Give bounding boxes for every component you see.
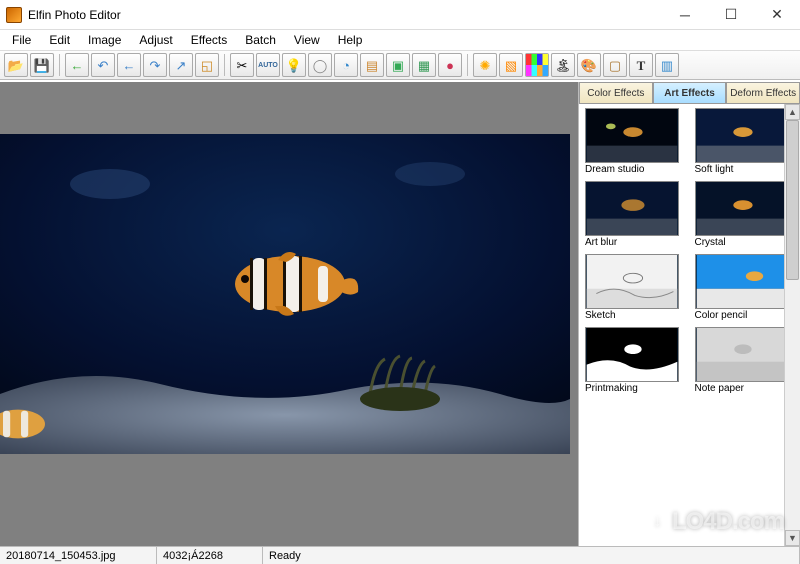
menu-edit[interactable]: Edit <box>41 31 80 49</box>
effect-label: Soft light <box>695 163 799 179</box>
effect-label: Sketch <box>585 309 689 325</box>
workspace: Color Effects Art Effects Deform Effects… <box>0 82 800 546</box>
menu-adjust[interactable]: Adjust <box>131 31 182 49</box>
effect-label: Note paper <box>695 382 799 398</box>
effects-scrollbar[interactable]: ▲ ▼ <box>784 104 800 546</box>
scroll-up-icon[interactable]: ▲ <box>785 104 800 120</box>
effect-color-pencil[interactable]: Color pencil <box>695 254 799 325</box>
effect-dream-studio[interactable]: Dream studio <box>585 108 689 179</box>
brightness-up-icon[interactable]: 💡 <box>282 53 306 77</box>
menu-batch[interactable]: Batch <box>237 31 286 49</box>
add-box-icon[interactable]: ▣ <box>386 53 410 77</box>
scroll-thumb[interactable] <box>786 120 799 280</box>
panels-icon[interactable]: ▥ <box>655 53 679 77</box>
effect-art-blur[interactable]: Art blur <box>585 181 689 252</box>
effects-grid: Dream studio Soft light Art blur Crystal <box>579 104 800 546</box>
effects-panel: Color Effects Art Effects Deform Effects… <box>578 82 800 546</box>
undo-alt-icon[interactable]: ← <box>117 53 141 77</box>
statusbar: 20180714_150453.jpg 4032¡Á2268 Ready <box>0 546 800 564</box>
main-image <box>0 134 570 454</box>
effects-icon[interactable]: ✺ <box>473 53 497 77</box>
window-title: Elfin Photo Editor <box>28 8 121 22</box>
separator <box>59 54 60 76</box>
redo-alt-icon[interactable]: ↗ <box>169 53 193 77</box>
effect-label: Art blur <box>585 236 689 252</box>
color-balance-icon[interactable]: ◔ <box>334 53 358 77</box>
sphere-icon[interactable]: ● <box>438 53 462 77</box>
separator <box>467 54 468 76</box>
layers-icon[interactable]: ▦ <box>412 53 436 77</box>
open-icon[interactable]: 📂 <box>4 53 28 77</box>
status-dimensions: 4032¡Á2268 <box>157 547 263 564</box>
minimize-button[interactable]: ─ <box>662 0 708 29</box>
fit-icon[interactable]: ◱ <box>195 53 219 77</box>
rainbow-icon[interactable] <box>525 53 549 77</box>
frame-icon[interactable]: ▢ <box>603 53 627 77</box>
menubar: File Edit Image Adjust Effects Batch Vie… <box>0 30 800 50</box>
palette-icon[interactable]: 🎨 <box>577 53 601 77</box>
menu-file[interactable]: File <box>4 31 41 49</box>
effect-sketch[interactable]: Sketch <box>585 254 689 325</box>
scene-icon[interactable]: 🏝 <box>551 53 575 77</box>
toolbar: 📂 💾 ← ↶ ← ↷ ↗ ◱ ✂ AUTO 💡 ◯ ◔ ▤ ▣ ▦ ● ✺ ▧… <box>0 50 800 80</box>
auto-icon[interactable]: AUTO <box>256 53 280 77</box>
separator <box>224 54 225 76</box>
effect-soft-light[interactable]: Soft light <box>695 108 799 179</box>
save-icon[interactable]: 💾 <box>30 53 54 77</box>
effect-printmaking[interactable]: Printmaking <box>585 327 689 398</box>
undo-icon[interactable]: ← <box>65 53 89 77</box>
crop-icon[interactable]: ✂ <box>230 53 254 77</box>
maximize-button[interactable]: ☐ <box>708 0 754 29</box>
tab-color-effects[interactable]: Color Effects <box>579 82 653 104</box>
window-controls: ─ ☐ ✕ <box>662 0 800 29</box>
effect-label: Dream studio <box>585 163 689 179</box>
menu-view[interactable]: View <box>286 31 330 49</box>
tab-deform-effects[interactable]: Deform Effects <box>726 82 800 104</box>
menu-image[interactable]: Image <box>80 31 131 49</box>
tab-art-effects[interactable]: Art Effects <box>653 82 727 104</box>
effect-label: Printmaking <box>585 382 689 398</box>
effect-label: Crystal <box>695 236 799 252</box>
levels-icon[interactable]: ▤ <box>360 53 384 77</box>
effect-note-paper[interactable]: Note paper <box>695 327 799 398</box>
text-icon[interactable]: T <box>629 53 653 77</box>
scroll-track[interactable] <box>785 120 800 530</box>
scroll-down-icon[interactable]: ▼ <box>785 530 800 546</box>
rotate-ccw-icon[interactable]: ↶ <box>91 53 115 77</box>
effect-label: Color pencil <box>695 309 799 325</box>
app-icon <box>6 7 22 23</box>
close-button[interactable]: ✕ <box>754 0 800 29</box>
status-filename: 20180714_150453.jpg <box>0 547 157 564</box>
titlebar: Elfin Photo Editor ─ ☐ ✕ <box>0 0 800 30</box>
rotate-cw-icon[interactable]: ↷ <box>143 53 167 77</box>
effects-tabs: Color Effects Art Effects Deform Effects <box>579 82 800 104</box>
menu-help[interactable]: Help <box>330 31 373 49</box>
brightness-down-icon[interactable]: ◯ <box>308 53 332 77</box>
menu-effects[interactable]: Effects <box>183 31 237 49</box>
effect-crystal[interactable]: Crystal <box>695 181 799 252</box>
colorsquares-icon[interactable]: ▧ <box>499 53 523 77</box>
canvas-area[interactable] <box>0 82 578 546</box>
status-state: Ready <box>263 547 800 564</box>
